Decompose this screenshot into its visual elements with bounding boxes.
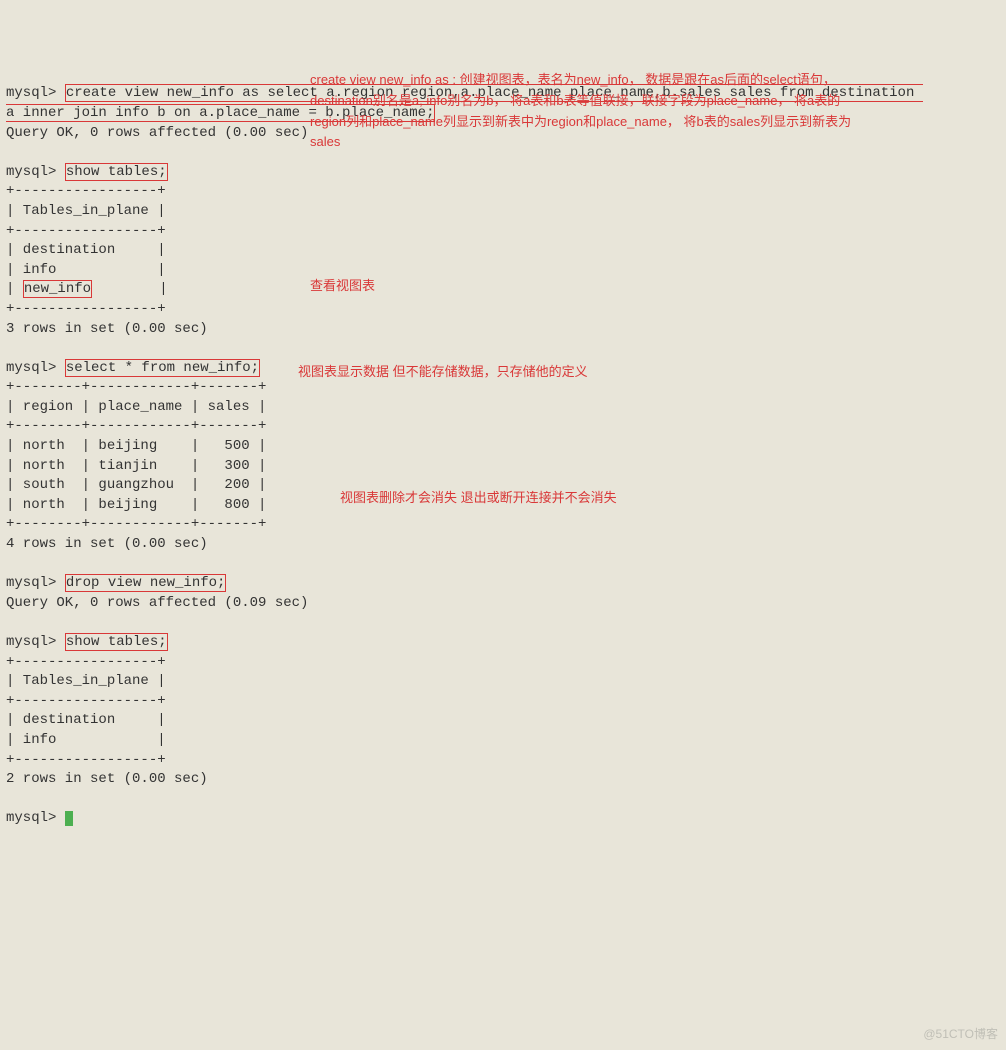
result-create-view: Query OK, 0 rows affected (0.00 sec) xyxy=(6,125,308,141)
prompt-mysql: mysql> xyxy=(6,85,65,101)
output-show-tables-2: +-----------------+ | Tables_in_plane | … xyxy=(6,654,208,788)
annotation-drop-view: 视图表删除才会消失 退出或断开连接并不会消失 xyxy=(340,488,617,509)
prompt-mysql: mysql> xyxy=(6,164,65,180)
result-drop-view: Query OK, 0 rows affected (0.09 sec) xyxy=(6,595,308,611)
command-select-new-info: select * from new_info; xyxy=(65,359,260,377)
annotation-view-data: 视图表显示数据 但不能存储数据，只存储他的定义 xyxy=(298,362,588,383)
prompt-mysql: mysql> xyxy=(6,634,65,650)
prompt-mysql: mysql> xyxy=(6,360,65,376)
prompt-mysql-final: mysql> xyxy=(6,810,65,826)
prompt-mysql: mysql> xyxy=(6,575,65,591)
output-select-new-info: +--------+------------+-------+ | region… xyxy=(6,379,266,552)
annotation-create-view: create view new_info as : 创建视图表，表名为new_i… xyxy=(310,70,870,153)
watermark: @51CTO博客 xyxy=(923,1026,998,1043)
highlight-new-info-row: new_info xyxy=(23,280,92,298)
terminal-cursor[interactable] xyxy=(65,811,73,826)
command-show-tables-1: show tables; xyxy=(65,163,168,181)
annotation-view-table: 查看视图表 xyxy=(310,276,375,297)
command-show-tables-2: show tables; xyxy=(65,633,168,651)
command-drop-view: drop view new_info; xyxy=(65,574,227,592)
